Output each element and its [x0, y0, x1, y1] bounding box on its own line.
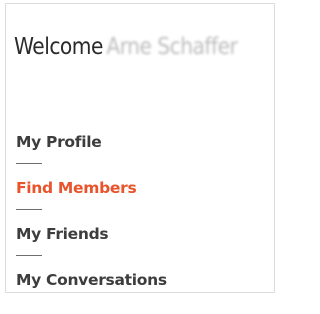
welcome-heading: Welcome Arne Schaffer — [14, 34, 238, 60]
menu-item-my-friends[interactable]: My Friends — [16, 222, 256, 268]
member-sidebar-panel: Welcome Arne Schaffer My Profile Find Mem… — [5, 3, 275, 293]
menu-divider — [16, 163, 42, 164]
menu-item-label: Find Members — [16, 179, 137, 197]
menu-item-my-profile[interactable]: My Profile — [16, 130, 256, 176]
menu-item-label: My Conversations — [16, 271, 167, 289]
menu-divider — [16, 209, 42, 210]
welcome-greeting: Welcome — [14, 34, 103, 60]
member-menu: My Profile Find Members My Friends My Co… — [16, 130, 256, 314]
menu-item-find-members[interactable]: Find Members — [16, 176, 256, 222]
menu-item-label: My Profile — [16, 133, 102, 151]
menu-divider — [16, 255, 42, 256]
menu-item-my-conversations[interactable]: My Conversations — [16, 268, 256, 314]
user-name: Arne Schaffer — [106, 34, 238, 60]
menu-item-label: My Friends — [16, 225, 109, 243]
